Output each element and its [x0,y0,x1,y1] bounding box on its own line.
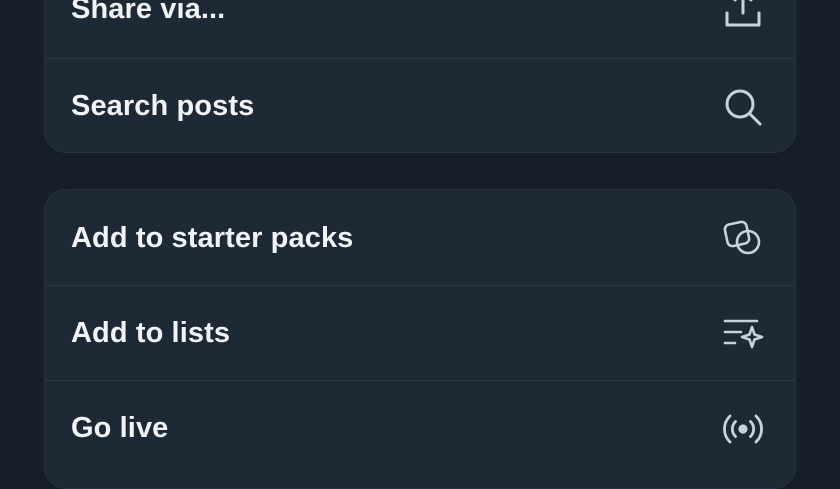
menu-group-2: Add to starter packs Add to lists Go liv… [44,189,796,489]
share-via-item[interactable]: Share via... [45,0,795,57]
share-via-label: Share via... [71,0,226,25]
list-sparkle-icon [721,312,765,356]
broadcast-icon [721,407,765,451]
add-to-starter-packs-label: Add to starter packs [71,221,354,254]
search-icon [721,85,765,129]
add-to-lists-item[interactable]: Add to lists [45,285,795,381]
search-posts-label: Search posts [71,90,255,122]
go-live-label: Go live [71,412,169,444]
menu-group-1: Share via... Search posts [44,0,796,153]
starter-pack-icon [721,216,765,260]
share-icon [721,0,765,31]
add-to-lists-label: Add to lists [71,317,231,349]
go-live-item[interactable]: Go live [45,380,795,476]
search-posts-item[interactable]: Search posts [45,58,795,152]
add-to-starter-packs-item[interactable]: Add to starter packs [45,190,795,286]
